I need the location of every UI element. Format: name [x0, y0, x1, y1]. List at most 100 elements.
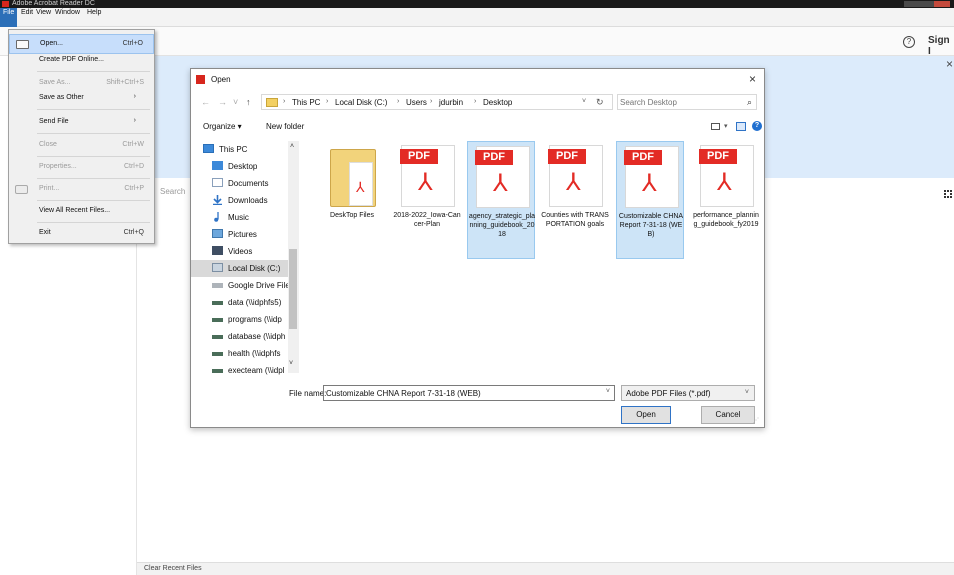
file-item-iowa-cancer-plan[interactable]: PDF ⅄ 2018-2022_Iowa-Cancer-Plan — [393, 141, 461, 259]
nav-item-this-pc[interactable]: This PC — [191, 141, 288, 158]
nav-item-google-drive[interactable]: Google Drive File — [191, 277, 288, 294]
view-options-dropdown-icon[interactable]: ▾ — [724, 122, 728, 130]
banner-close-icon[interactable]: × — [946, 57, 953, 71]
breadcrumb-separator-icon: › — [474, 98, 477, 105]
resize-grip-icon[interactable]: ⋰ — [753, 417, 759, 424]
back-arrow-icon[interactable]: ← — [201, 97, 210, 107]
menu-item-exit[interactable]: Exit Ctrl+Q — [9, 224, 154, 244]
nav-pane-scrollbar[interactable] — [288, 141, 299, 373]
menu-item-save-as-other[interactable]: Save as Other › — [9, 89, 154, 109]
music-icon — [212, 212, 223, 222]
chevron-down-icon: ˅ — [744, 389, 749, 396]
shortcut-label: Ctrl+P — [124, 185, 144, 192]
pdf-file-icon: PDF ⅄ — [475, 146, 530, 208]
help-icon[interactable]: ? — [903, 36, 915, 48]
menu-item-print[interactable]: Print... Ctrl+P — [9, 180, 154, 200]
shortcut-label: Ctrl+W — [122, 141, 144, 148]
new-folder-button[interactable]: New folder — [266, 122, 304, 131]
file-type-select[interactable]: Adobe PDF Files (*.pdf) ˅ — [621, 385, 755, 401]
acrobat-glyph-icon: ⅄ — [493, 170, 508, 197]
file-name: Customizable CHNA Report 7-31-18 (WEB) — [618, 213, 684, 238]
file-name-dropdown-icon[interactable]: ˅ — [606, 388, 610, 395]
file-item-performance-planning[interactable]: PDF ⅄ performance_planning_guidebook_fy2… — [692, 141, 760, 259]
pdf-badge: PDF — [400, 149, 438, 164]
nav-item-desktop[interactable]: Desktop — [191, 158, 288, 175]
nav-item-data[interactable]: data (\\idphfs5) — [191, 294, 288, 311]
menu-view[interactable]: View — [33, 8, 54, 27]
menu-file[interactable]: File — [0, 8, 18, 27]
sign-in-link[interactable]: Sign I — [928, 35, 954, 57]
acrobat-glyph-icon: ⅄ — [566, 169, 581, 196]
nav-item-label: This PC — [219, 145, 248, 154]
file-name-field[interactable]: ˅ — [323, 385, 615, 401]
menu-window[interactable]: Window — [52, 8, 83, 27]
file-item-agency-strategic-planning[interactable]: PDF ⅄ agency_strategic_planning_guideboo… — [467, 141, 535, 259]
bottom-bar — [137, 562, 954, 575]
menu-item-send-file[interactable]: Send File › — [9, 113, 154, 133]
search-field-partial[interactable]: Search — [160, 187, 185, 196]
breadcrumb-desktop[interactable]: Desktop — [483, 98, 512, 107]
address-dropdown-icon[interactable]: ˅ — [582, 98, 586, 105]
menu-item-close[interactable]: Close Ctrl+W — [9, 136, 154, 156]
print-icon — [15, 185, 28, 194]
file-item-chna-report[interactable]: PDF ⅄ Customizable CHNA Report 7-31-18 (… — [616, 141, 684, 259]
nav-item-local-disk[interactable]: Local Disk (C:) — [191, 260, 288, 277]
file-item-counties-transportation[interactable]: PDF ⅄ Counties with TRANSPORTATION goals — [541, 141, 609, 259]
window-close-icon[interactable] — [934, 1, 950, 7]
breadcrumb-this-pc[interactable]: This PC — [292, 98, 320, 107]
nav-item-health[interactable]: health (\\idphfs — [191, 345, 288, 362]
nav-item-documents[interactable]: Documents — [191, 175, 288, 192]
refresh-icon[interactable]: ↻ — [596, 97, 604, 108]
nav-item-pictures[interactable]: Pictures — [191, 226, 288, 243]
menu-item-properties[interactable]: Properties... Ctrl+D — [9, 158, 154, 178]
forward-arrow-icon[interactable]: → — [218, 97, 227, 107]
desktop-icon — [212, 161, 223, 170]
nav-item-execteam[interactable]: execteam (\\idpl — [191, 362, 288, 375]
search-icon[interactable]: ⌕ — [747, 97, 752, 108]
nav-item-database[interactable]: database (\\idph — [191, 328, 288, 345]
nav-item-videos[interactable]: Videos — [191, 243, 288, 260]
address-bar[interactable]: › This PC › Local Disk (C:) › Users › jd… — [261, 94, 613, 110]
scroll-up-arrow-icon[interactable]: ˄ — [290, 143, 294, 150]
grid-view-icon[interactable] — [944, 190, 952, 198]
nav-item-label: Desktop — [228, 162, 258, 171]
nav-item-music[interactable]: Music — [191, 209, 288, 226]
pdf-file-icon: PDF ⅄ — [400, 145, 455, 207]
organize-button[interactable]: Organize ▾ — [203, 122, 242, 131]
breadcrumb-separator-icon: › — [397, 98, 400, 105]
help-icon[interactable]: ? — [752, 121, 762, 131]
nav-item-downloads[interactable]: Downloads — [191, 192, 288, 209]
menu-separator — [37, 109, 150, 110]
preview-pane-icon[interactable] — [736, 122, 746, 131]
local-disk-icon — [212, 263, 223, 272]
recent-locations-chevron-icon[interactable]: ˅ — [233, 97, 238, 107]
network-drive-disconnected-icon — [212, 369, 223, 373]
file-name: agency_strategic_planning_guidebook_2018 — [468, 213, 536, 238]
scrollbar-thumb[interactable] — [289, 249, 297, 329]
up-arrow-icon[interactable]: ↑ — [246, 97, 251, 107]
file-list: ⅄ DeskTop Files PDF ⅄ 2018-2022_Iowa-Can… — [306, 141, 764, 371]
command-bar: Organize ▾ New folder ▾ ? — [191, 117, 764, 137]
breadcrumb-jdurbin[interactable]: jdurbin — [439, 98, 463, 107]
search-input[interactable] — [620, 96, 738, 108]
menu-item-create-pdf-online[interactable]: Create PDF Online... — [9, 51, 154, 71]
menu-help[interactable]: Help — [84, 8, 104, 27]
clear-recent-files-link[interactable]: Clear Recent Files — [144, 565, 202, 572]
cancel-button[interactable]: Cancel — [701, 406, 755, 424]
dialog-close-icon[interactable]: × — [749, 72, 756, 86]
breadcrumb-local-disk[interactable]: Local Disk (C:) — [335, 98, 387, 107]
folder-icon: ⅄ — [330, 149, 376, 207]
acrobat-glyph-icon: ⅄ — [642, 170, 657, 197]
change-view-icon[interactable] — [711, 123, 720, 130]
search-desktop-box[interactable]: ⌕ — [617, 94, 757, 110]
open-button[interactable]: Open — [621, 406, 671, 424]
nav-item-label: Documents — [228, 179, 269, 188]
scroll-down-arrow-icon[interactable]: ˅ — [289, 360, 293, 367]
network-drive-icon — [212, 352, 223, 356]
breadcrumb-users[interactable]: Users — [406, 98, 427, 107]
file-item-desktop-files[interactable]: ⅄ DeskTop Files — [318, 141, 386, 259]
nav-item-programs[interactable]: programs (\\idp — [191, 311, 288, 328]
menu-item-view-all-recent-files[interactable]: View All Recent Files... — [9, 202, 154, 222]
nav-item-label: Videos — [228, 247, 253, 256]
file-name-input[interactable] — [326, 387, 594, 399]
